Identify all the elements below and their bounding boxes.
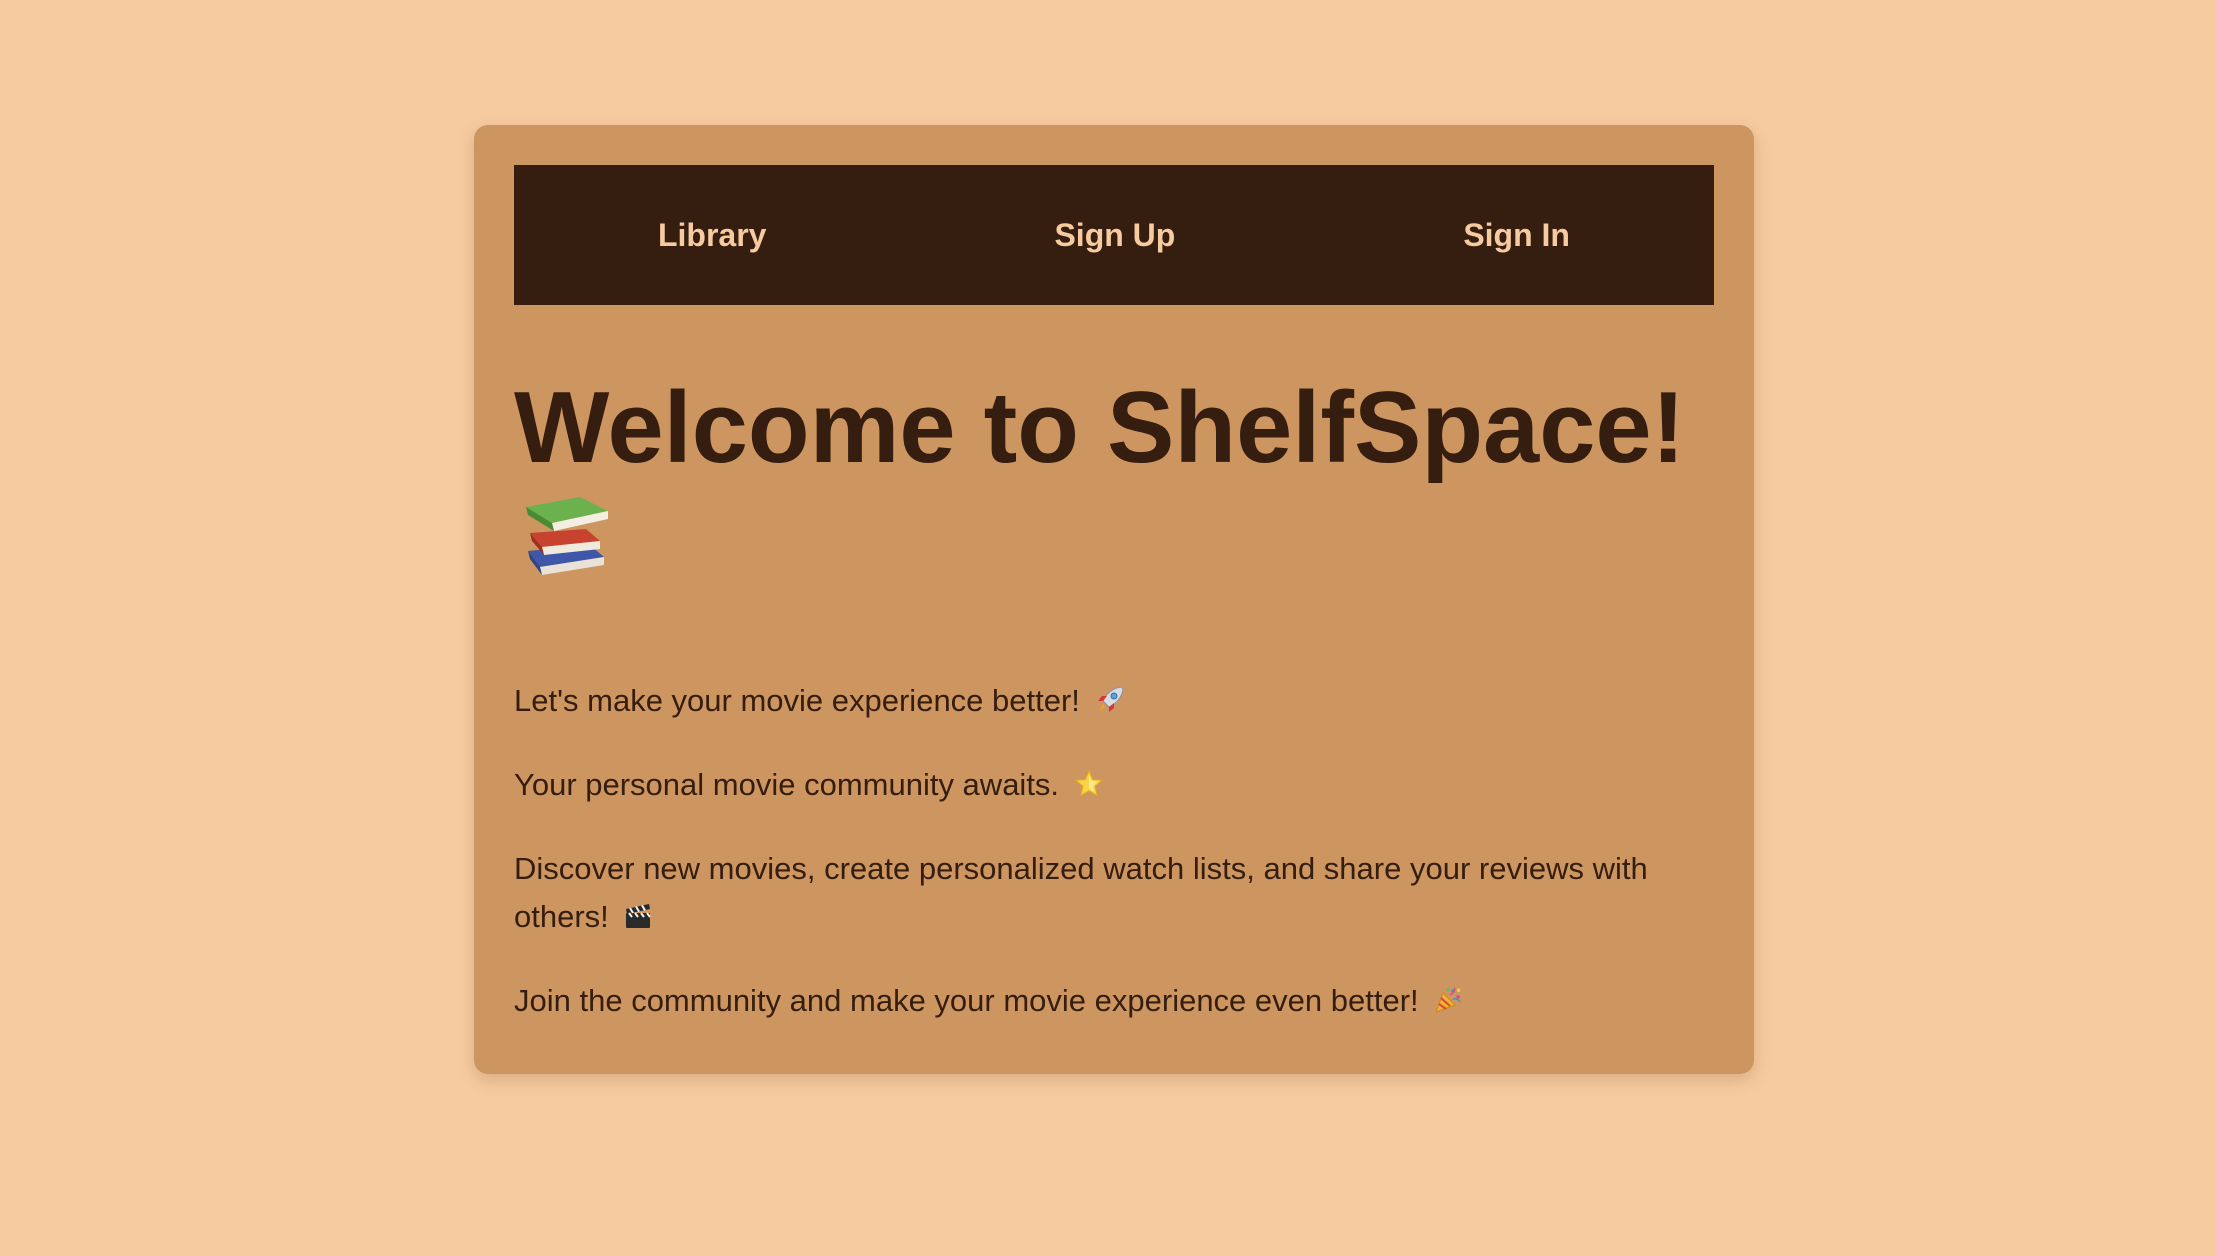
nav-link-sign-up[interactable]: Sign Up: [1054, 217, 1175, 254]
intro-paragraph-1: Let's make your movie experience better!: [514, 677, 1714, 729]
paragraph-text: Let's make your movie experience better!: [514, 683, 1080, 718]
party-popper-icon: [1433, 981, 1463, 1029]
nav-link-library[interactable]: Library: [658, 217, 766, 254]
nav-link-sign-in[interactable]: Sign In: [1463, 217, 1570, 254]
clapperboard-icon: [623, 897, 653, 945]
intro-paragraph-2: Your personal movie community awaits.: [514, 761, 1714, 813]
intro-paragraph-3: Discover new movies, create personalized…: [514, 845, 1714, 945]
paragraph-text: Discover new movies, create personalized…: [514, 851, 1648, 934]
title-emoji: [514, 493, 1714, 593]
intro-content: Let's make your movie experience better!…: [514, 677, 1714, 1029]
page-title: Welcome to ShelfSpace!: [514, 372, 1686, 484]
navbar: Library Sign Up Sign In: [514, 165, 1714, 305]
paragraph-text: Join the community and make your movie e…: [514, 983, 1419, 1018]
rocket-icon: [1095, 681, 1125, 729]
books-icon: [520, 493, 610, 583]
paragraph-text: Your personal movie community awaits.: [514, 767, 1060, 802]
intro-paragraph-4: Join the community and make your movie e…: [514, 977, 1714, 1029]
star-icon: [1074, 765, 1104, 813]
welcome-card: Library Sign Up Sign In Welcome to Shelf…: [474, 125, 1754, 1074]
